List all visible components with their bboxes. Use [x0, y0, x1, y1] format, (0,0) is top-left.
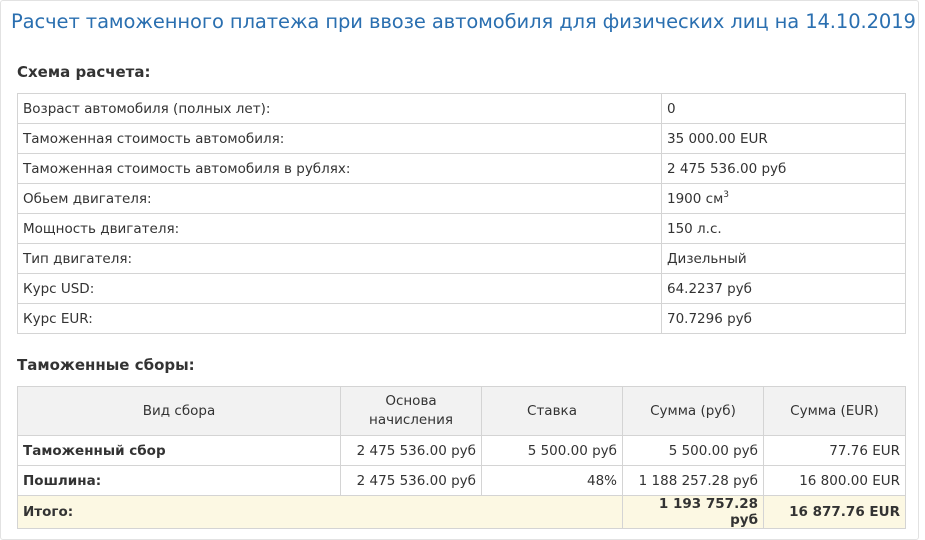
scheme-label: Таможенная стоимость автомобиля в рублях…	[17, 153, 662, 184]
table-row: Таможенный сбор 2 475 536.00 руб 5 500.0…	[17, 435, 906, 466]
table-row: Тип двигателя: Дизельный	[17, 243, 906, 274]
total-label: Итого:	[17, 495, 623, 529]
fee-sum-rub: 5 500.00 руб	[622, 435, 764, 466]
scheme-label: Курс EUR:	[17, 303, 662, 334]
table-row: Таможенная стоимость автомобиля: 35 000.…	[17, 123, 906, 154]
scheme-value: 64.2237 руб	[661, 273, 906, 304]
column-header-type: Вид сбора	[17, 386, 341, 436]
total-row: Итого: 1 193 757.28 руб 16 877.76 EUR	[17, 495, 906, 529]
cubic-superscript: 3	[723, 190, 729, 200]
fee-type: Пошлина:	[17, 465, 341, 496]
fee-rate: 48%	[481, 465, 623, 496]
table-row: Пошлина: 2 475 536.00 руб 48% 1 188 257.…	[17, 465, 906, 496]
fee-type: Таможенный сбор	[17, 435, 341, 466]
fees-section-title: Таможенные сборы:	[17, 356, 195, 374]
table-row: Таможенная стоимость автомобиля в рублях…	[17, 153, 906, 184]
scheme-label: Курс USD:	[17, 273, 662, 304]
table-row: Курс EUR: 70.7296 руб	[17, 303, 906, 334]
scheme-label: Мощность двигателя:	[17, 213, 662, 244]
scheme-value: 1900 см3	[661, 183, 906, 214]
table-row: Курс USD: 64.2237 руб	[17, 273, 906, 304]
scheme-label: Тип двигателя:	[17, 243, 662, 274]
total-sum-rub: 1 193 757.28 руб	[622, 495, 764, 529]
engine-volume-value: 1900 см	[667, 191, 724, 207]
column-header-sum-rub: Сумма (руб)	[622, 386, 764, 436]
fee-sum-eur: 77.76 EUR	[763, 435, 906, 466]
scheme-label: Обьем двигателя:	[17, 183, 662, 214]
scheme-label: Возраст автомобиля (полных лет):	[17, 93, 662, 124]
column-header-base: Основа начисления	[340, 386, 482, 436]
fee-sum-rub: 1 188 257.28 руб	[622, 465, 764, 496]
scheme-value: 150 л.с.	[661, 213, 906, 244]
table-row: Мощность двигателя: 150 л.с.	[17, 213, 906, 244]
table-header-row: Вид сбора Основа начисления Ставка Сумма…	[17, 386, 906, 436]
scheme-table: Возраст автомобиля (полных лет): 0 Тамож…	[17, 93, 906, 334]
fee-base: 2 475 536.00 руб	[340, 465, 482, 496]
column-header-rate: Ставка	[481, 386, 623, 436]
scheme-value: 35 000.00 EUR	[661, 123, 906, 154]
calculation-card: Расчет таможенного платежа при ввозе авт…	[0, 0, 919, 540]
fees-table: Вид сбора Основа начисления Ставка Сумма…	[17, 386, 906, 529]
scheme-value: 2 475 536.00 руб	[661, 153, 906, 184]
table-row: Возраст автомобиля (полных лет): 0	[17, 93, 906, 124]
scheme-value: 0	[661, 93, 906, 124]
scheme-label: Таможенная стоимость автомобиля:	[17, 123, 662, 154]
total-sum-eur: 16 877.76 EUR	[763, 495, 906, 529]
scheme-section-title: Схема расчета:	[17, 63, 151, 81]
table-row: Обьем двигателя: 1900 см3	[17, 183, 906, 214]
fee-rate: 5 500.00 руб	[481, 435, 623, 466]
scheme-value: 70.7296 руб	[661, 303, 906, 334]
fee-sum-eur: 16 800.00 EUR	[763, 465, 906, 496]
column-header-sum-eur: Сумма (EUR)	[763, 386, 906, 436]
scheme-value: Дизельный	[661, 243, 906, 274]
page-title: Расчет таможенного платежа при ввозе авт…	[11, 10, 916, 33]
fee-base: 2 475 536.00 руб	[340, 435, 482, 466]
